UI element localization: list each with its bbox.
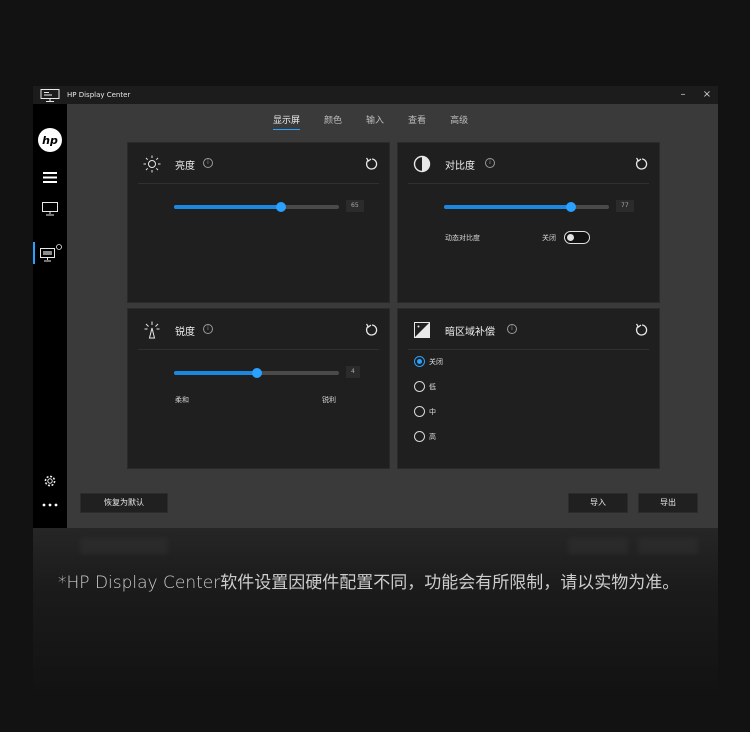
radio-unselected[interactable]	[414, 431, 425, 442]
app-monitor-icon	[39, 88, 61, 102]
sharpness-value: 4	[346, 366, 360, 378]
sharpness-panel: 锐度 i 4 柔和 锐利	[127, 308, 390, 469]
sharpness-icon	[142, 320, 162, 340]
slider-thumb[interactable]	[276, 202, 287, 212]
dark-boost-option-medium[interactable]: 中	[414, 406, 436, 417]
tab-advanced[interactable]: 高级	[450, 113, 468, 130]
brightness-value: 65	[346, 200, 364, 212]
dynamic-contrast-toggle[interactable]	[564, 231, 590, 244]
sharpness-header: 锐度 i	[128, 309, 389, 349]
more-icon[interactable]	[33, 500, 67, 510]
panel-divider	[138, 349, 379, 350]
dark-boost-option-high[interactable]: 高	[414, 431, 436, 442]
sharpness-slider[interactable]: 4	[174, 366, 364, 380]
radio-label: 高	[429, 432, 436, 441]
import-button[interactable]: 导入	[568, 493, 628, 513]
reflection-ghost	[80, 538, 168, 554]
hp-logo-icon[interactable]: hp	[33, 126, 67, 154]
brightness-header: 亮度 i	[128, 143, 389, 183]
dark-boost-option-off[interactable]: 关闭	[414, 356, 443, 367]
contrast-icon	[412, 154, 432, 174]
radio-unselected[interactable]	[414, 381, 425, 392]
slider-thumb[interactable]	[566, 202, 577, 212]
panel-divider	[408, 349, 649, 350]
dark-boost-header: 暗区域补偿 i	[398, 309, 659, 349]
dark-boost-option-low[interactable]: 低	[414, 381, 436, 392]
radio-unselected[interactable]	[414, 406, 425, 417]
brightness-title: 亮度	[175, 161, 195, 172]
svg-text:hp: hp	[42, 134, 58, 147]
sharpness-min-label: 柔和	[175, 396, 189, 404]
restore-defaults-button[interactable]: 恢复为默认	[80, 493, 168, 513]
dynamic-contrast-label: 动态对比度	[445, 234, 480, 242]
info-icon[interactable]: i	[203, 158, 213, 168]
app-window: HP Display Center – × hp 显示屏 颜色 输入 查看 高级…	[33, 86, 718, 528]
info-icon[interactable]: i	[507, 324, 517, 334]
dark-boost-icon	[412, 320, 432, 340]
toggle-knob	[567, 234, 574, 241]
panel-divider	[408, 183, 649, 184]
contrast-header: 对比度 i	[398, 143, 659, 183]
sharpness-title: 锐度	[175, 327, 195, 338]
sidebar: hp	[33, 104, 67, 528]
export-button[interactable]: 导出	[638, 493, 698, 513]
brightness-slider[interactable]: 65	[174, 200, 364, 214]
gear-icon[interactable]	[33, 474, 67, 488]
window-reflection	[33, 528, 718, 698]
slider-fill	[174, 205, 282, 209]
sun-icon	[142, 154, 162, 174]
footnote-text: *HP Display Center软件设置因硬件配置不同，功能会有所限制，请以…	[58, 573, 680, 593]
screenshot-stage: HP Display Center – × hp 显示屏 颜色 输入 查看 高级…	[0, 0, 750, 732]
radio-label: 低	[429, 382, 436, 391]
window-title: HP Display Center	[67, 91, 131, 99]
hamburger-icon[interactable]	[33, 170, 67, 184]
contrast-slider[interactable]: 77	[444, 200, 634, 214]
reflection-ghost	[638, 538, 698, 554]
tab-display[interactable]: 显示屏	[273, 113, 301, 130]
reset-icon[interactable]	[635, 322, 649, 336]
radio-label: 中	[429, 407, 436, 416]
radio-label: 关闭	[429, 357, 443, 366]
slider-fill	[444, 205, 572, 209]
monitor-icon[interactable]	[33, 201, 67, 217]
reset-icon[interactable]	[635, 156, 649, 170]
contrast-value: 77	[616, 200, 634, 212]
panel-divider	[138, 183, 379, 184]
tab-color[interactable]: 颜色	[324, 113, 342, 130]
tab-view[interactable]: 查看	[408, 113, 426, 130]
monitor-settings-icon[interactable]	[33, 242, 67, 264]
contrast-title: 对比度	[445, 161, 475, 172]
tab-input[interactable]: 输入	[366, 113, 384, 130]
dark-boost-panel: 暗区域补偿 i 关闭 低 中 高	[397, 308, 660, 469]
brightness-panel: 亮度 i 65	[127, 142, 390, 303]
tab-bar: 显示屏 颜色 输入 查看 高级	[273, 113, 492, 130]
reset-icon[interactable]	[365, 156, 379, 170]
dark-boost-title: 暗区域补偿	[445, 327, 495, 338]
contrast-panel: 对比度 i 77 动态对比度 关闭	[397, 142, 660, 303]
info-icon[interactable]: i	[485, 158, 495, 168]
title-bar: HP Display Center – ×	[33, 86, 718, 104]
sharpness-max-label: 锐利	[322, 396, 336, 404]
slider-thumb[interactable]	[251, 368, 262, 378]
radio-selected[interactable]	[414, 356, 425, 367]
reflection-ghost	[568, 538, 628, 554]
info-icon[interactable]: i	[203, 324, 213, 334]
close-button[interactable]: ×	[698, 88, 716, 102]
reset-icon[interactable]	[365, 322, 379, 336]
slider-fill	[174, 371, 257, 375]
minimize-button[interactable]: –	[674, 88, 692, 102]
dynamic-contrast-state: 关闭	[542, 234, 556, 242]
